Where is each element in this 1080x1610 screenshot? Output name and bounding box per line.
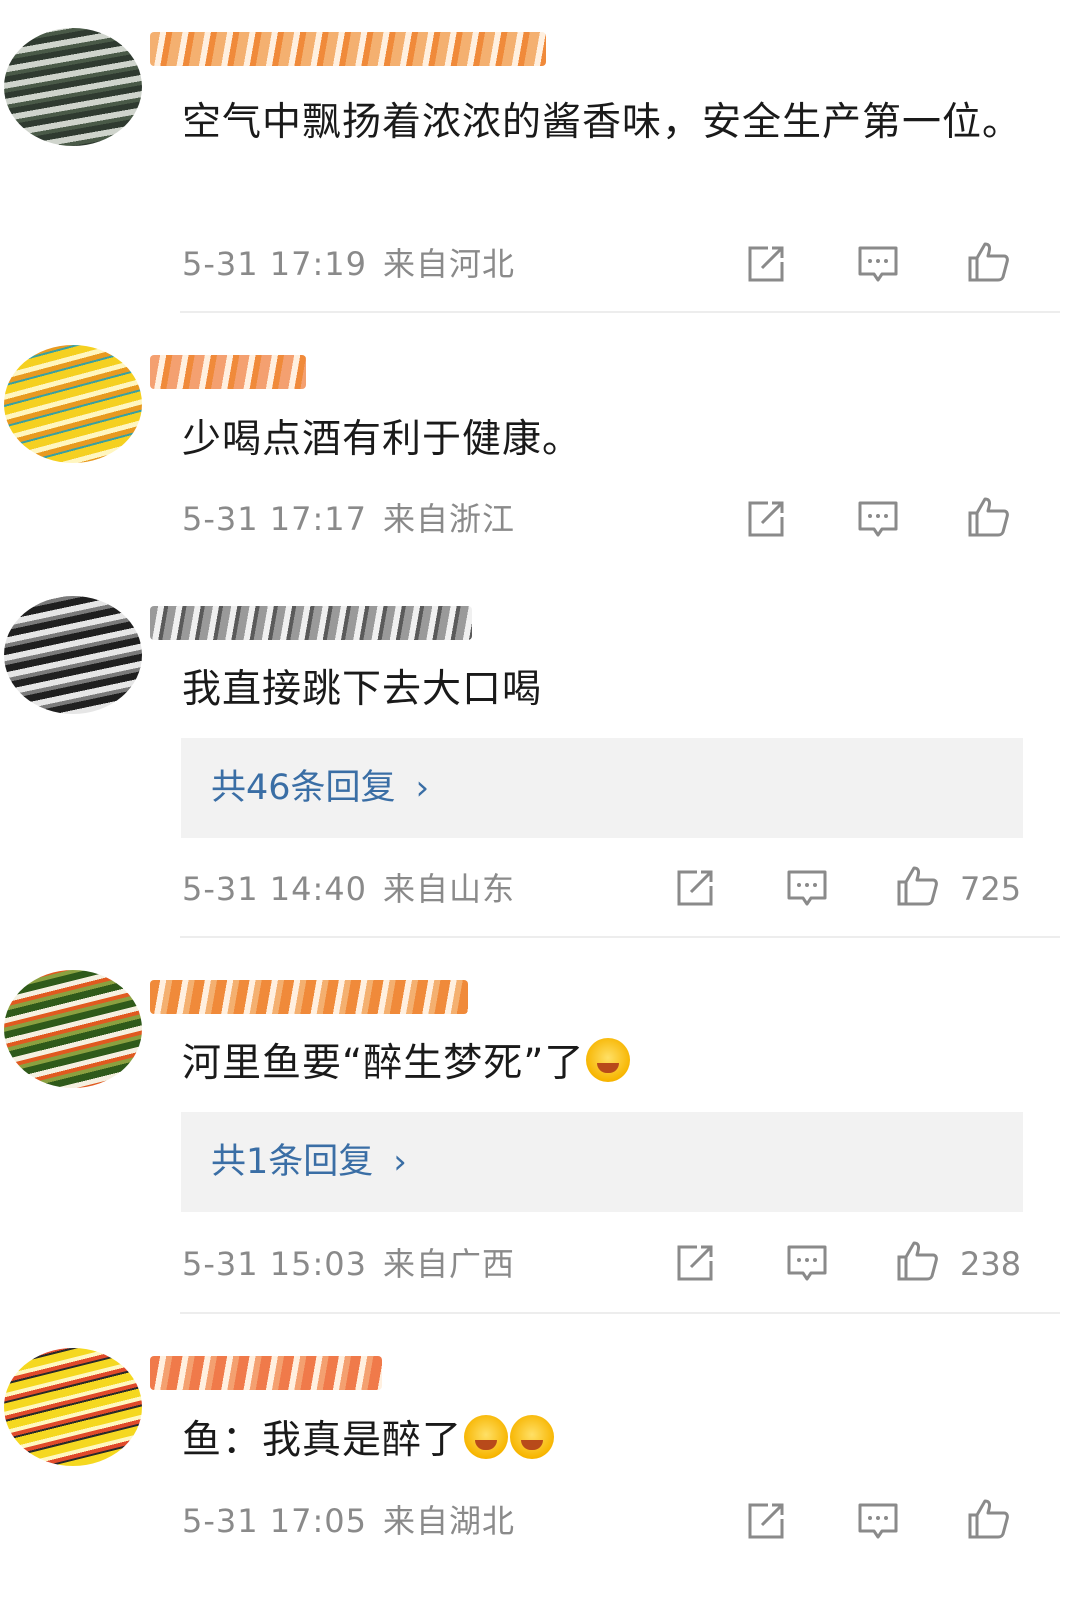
username-blurred[interactable]: [150, 980, 468, 1014]
avatar[interactable]: [4, 970, 142, 1088]
thumbs-up-icon[interactable]: [895, 864, 939, 908]
comment-location: 来自浙江: [383, 500, 516, 538]
username-blurred[interactable]: [150, 32, 546, 66]
comment-time: 5-31 17:17: [182, 500, 368, 538]
username-blurred[interactable]: [150, 355, 306, 389]
comment-time: 5-31 15:03: [182, 1245, 368, 1283]
comment-text: 我直接跳下去大口喝: [182, 667, 543, 712]
share-icon[interactable]: [744, 1499, 788, 1543]
reply-count-link[interactable]: 共1条回复 ›: [211, 1140, 407, 1184]
thumbs-up-icon[interactable]: [895, 1239, 939, 1283]
comment-icon[interactable]: [785, 1241, 829, 1285]
username-blurred[interactable]: [150, 606, 472, 640]
comment-location: 来自广西: [383, 1245, 516, 1283]
avatar[interactable]: [4, 345, 142, 463]
comment-meta: 5-31 14:40 来自山东: [182, 869, 515, 909]
share-icon[interactable]: [673, 866, 717, 910]
reply-count-link[interactable]: 共46条回复 ›: [211, 766, 429, 810]
comment-meta: 5-31 17:05 来自湖北: [182, 1501, 515, 1541]
chevron-right-icon: ›: [415, 768, 430, 808]
comment-meta: 5-31 17:17 来自浙江: [182, 499, 515, 539]
divider: [180, 311, 1060, 313]
comment-text: 空气中飘扬着浓浓的酱香味，安全生产第一位。: [182, 100, 1023, 145]
chevron-right-icon: ›: [393, 1142, 407, 1182]
share-icon[interactable]: [744, 242, 788, 286]
username-blurred[interactable]: [150, 1356, 382, 1390]
comment-time: 5-31 14:40: [182, 870, 368, 908]
comment-icon[interactable]: [785, 866, 829, 910]
thumbs-up-icon[interactable]: [966, 1497, 1010, 1541]
thumbs-up-icon[interactable]: [966, 240, 1010, 284]
comment-meta: 5-31 15:03 来自广西: [182, 1244, 515, 1284]
thumbs-up-icon[interactable]: [966, 495, 1010, 539]
comment-time: 5-31 17:19: [182, 245, 368, 283]
comment-time: 5-31 17:05: [182, 1502, 368, 1540]
dizzy-emoji: [464, 1415, 509, 1459]
share-icon[interactable]: [744, 497, 788, 541]
like-count: 238: [960, 1245, 1022, 1283]
comment-location: 来自湖北: [383, 1502, 516, 1540]
comment-icon[interactable]: [856, 497, 900, 541]
reply-summary[interactable]: 共46条回复 ›: [181, 738, 1023, 838]
share-icon[interactable]: [673, 1241, 717, 1285]
laugh-cry-emoji: [586, 1038, 631, 1082]
comment-meta: 5-31 17:19 来自河北: [182, 244, 515, 284]
avatar[interactable]: [4, 596, 142, 714]
comment-location: 来自山东: [383, 870, 516, 908]
comment-icon[interactable]: [856, 1499, 900, 1543]
comment-text: 鱼：我真是醉了: [182, 1410, 1042, 1472]
reply-summary[interactable]: 共1条回复 ›: [181, 1112, 1023, 1212]
comment-text: 少喝点酒有利于健康。: [182, 417, 583, 462]
comment-text: 河里鱼要“醉生梦死”了: [182, 1033, 1042, 1095]
dizzy-emoji: [510, 1415, 555, 1459]
avatar[interactable]: [4, 28, 142, 146]
comment-icon[interactable]: [856, 242, 900, 286]
avatar[interactable]: [4, 1348, 142, 1466]
divider: [180, 1312, 1060, 1314]
divider: [180, 936, 1060, 938]
like-count: 725: [960, 870, 1022, 908]
comment-location: 来自河北: [383, 245, 516, 283]
